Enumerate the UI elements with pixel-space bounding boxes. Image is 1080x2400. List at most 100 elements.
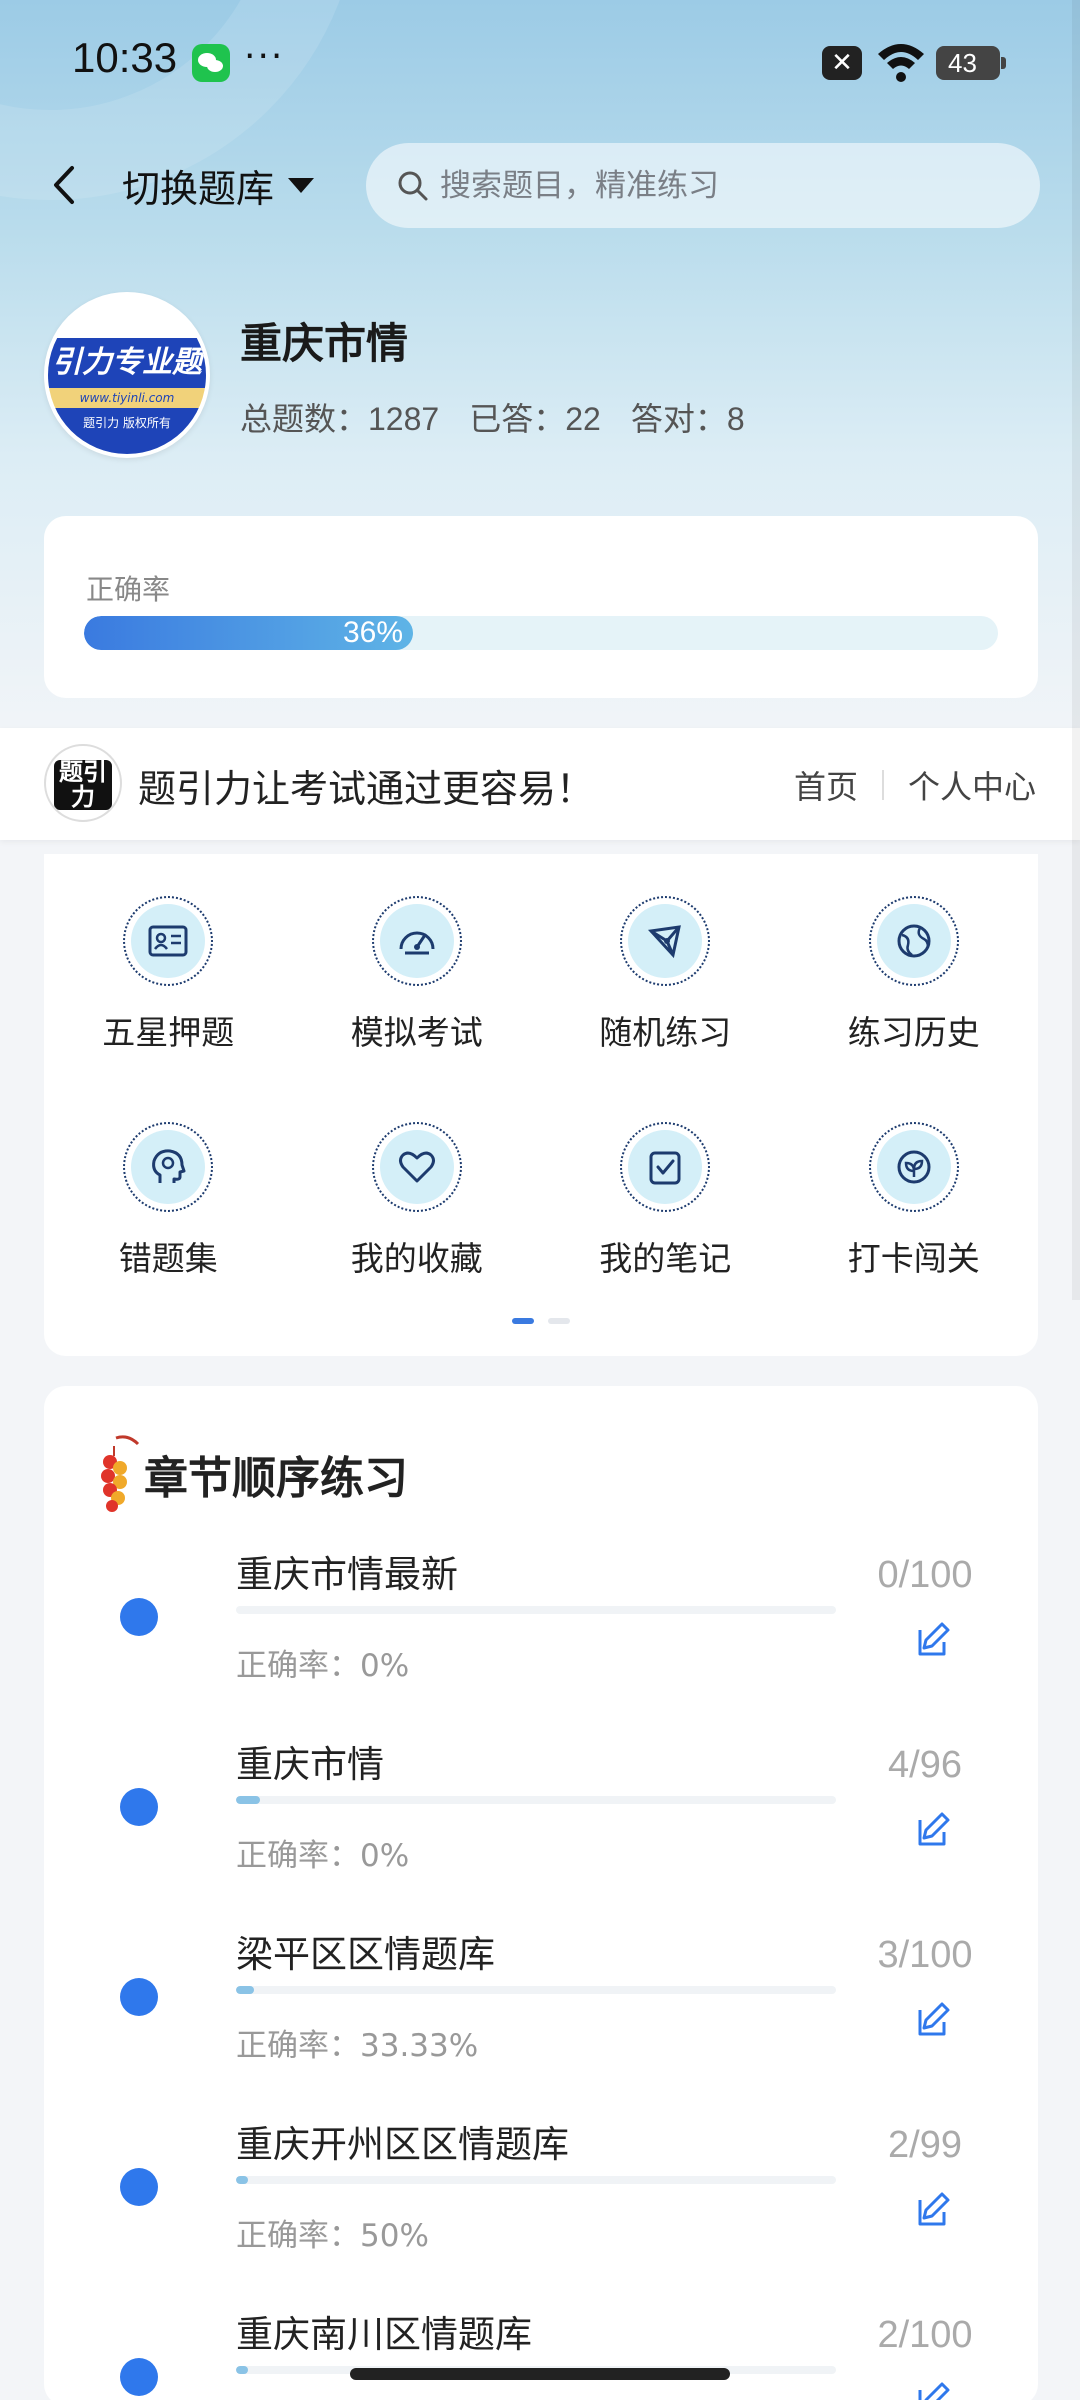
battery-icon: 43	[936, 46, 1006, 80]
more-dots-icon: ···	[244, 36, 285, 77]
chapter-count: 2/99	[888, 2124, 962, 2166]
feature-grid: 五星押题 模拟考试 随机练习 练习历史 错题集 我的收藏 我的笔记 打卡闯关	[44, 896, 1038, 1280]
edit-icon[interactable]	[912, 2186, 956, 2230]
feature-checkin[interactable]: 打卡闯关	[790, 1122, 1039, 1280]
pager-dot[interactable]	[548, 1318, 570, 1324]
stat-total: 总题数：1287	[240, 401, 440, 437]
back-arrow-icon[interactable]	[44, 158, 84, 212]
bank-stats: 总题数：1287 已答：22 答对：8	[240, 394, 745, 440]
banner-nav: 首页 个人中心	[794, 762, 1036, 808]
gauge-icon	[371, 896, 462, 986]
chapter-name: 重庆市情最新	[236, 1553, 458, 1596]
chapter-bullet	[120, 2358, 158, 2396]
stat-answered: 已答：22	[469, 401, 601, 437]
switch-bank-label: 切换题库	[122, 166, 275, 211]
bank-logo-main: 引力专业题	[48, 338, 206, 388]
close-box-icon: ✕	[822, 46, 862, 80]
chapter-count: 2/100	[877, 2314, 973, 2356]
nav-divider	[881, 770, 884, 800]
nav-profile-link[interactable]: 个人中心	[908, 762, 1036, 808]
globe-icon	[868, 896, 959, 986]
feature-label: 随机练习	[599, 1013, 732, 1052]
leaf-badge-icon	[868, 1122, 959, 1212]
status-time: 10:33	[72, 34, 178, 81]
feature-mock-exam[interactable]: 模拟考试	[293, 896, 542, 1054]
brand-logo: 题引力	[44, 744, 122, 822]
edit-icon[interactable]	[912, 1616, 956, 1660]
pager	[44, 1318, 1038, 1324]
home-indicator[interactable]	[350, 2368, 730, 2380]
feature-label: 错题集	[118, 1239, 218, 1278]
id-card-icon	[123, 896, 214, 986]
chapter-row[interactable]: 重庆开州区区情题库正确率：50% 2/99	[44, 2106, 1038, 2296]
chapter-row[interactable]: 重庆市情最新正确率：0% 0/100	[44, 1536, 1038, 1726]
feature-label: 练习历史	[847, 1013, 980, 1052]
brand-slogan: 题引力让考试通过更容易！	[138, 767, 595, 811]
accuracy-card: 正确率 36%	[44, 516, 1038, 698]
chapter-progress-fill	[236, 2176, 248, 2184]
firecracker-icon	[101, 1435, 140, 1512]
chapter-progress-fill	[236, 2366, 248, 2374]
feature-five-star[interactable]: 五星押题	[44, 896, 293, 1054]
chapter-bullet	[120, 1598, 158, 1636]
accuracy-progress-track: 36%	[84, 616, 998, 650]
accuracy-progress-fill: 36%	[84, 616, 414, 650]
chapter-bullet	[120, 1978, 158, 2016]
edit-icon[interactable]	[912, 1996, 956, 2040]
feature-card: 五星押题 模拟考试 随机练习 练习历史 错题集 我的收藏 我的笔记 打卡闯关	[44, 854, 1038, 1356]
scrollbar[interactable]	[1072, 0, 1080, 1300]
bank-logo-url: www.tiyinli.com	[48, 388, 206, 408]
chapter-name: 重庆市情	[236, 1743, 384, 1786]
nav-home-link[interactable]: 首页	[794, 762, 858, 808]
switch-bank-button[interactable]: 切换题库	[122, 158, 315, 212]
chapter-section-title: 章节顺序练习	[144, 1453, 408, 1504]
search-icon	[398, 171, 428, 200]
status-bar: 10:33 ··· ✕ 43	[0, 0, 1080, 126]
chapter-row[interactable]: 重庆市情正确率：0% 4/96	[44, 1726, 1038, 1916]
wechat-icon	[192, 44, 230, 82]
chapter-progress-track	[236, 2176, 836, 2184]
chapter-card: 章节顺序练习 重庆市情最新 正确率：0% 0/100 重庆市情 正确率：0% 4/96 梁平…	[44, 1386, 1038, 2400]
chapter-name: 重庆南川区情题库	[236, 2313, 532, 2356]
search-input[interactable]	[440, 167, 1000, 204]
chapter-accuracy: 正确率：33.33%	[236, 2028, 479, 2064]
chapter-count: 4/96	[888, 1744, 962, 1786]
chapter-progress-fill	[236, 1796, 260, 1804]
brand-banner: 题引力 题引力让考试通过更容易！ 首页 个人中心	[0, 728, 1080, 840]
accuracy-label: 正确率	[86, 573, 171, 606]
chapter-accuracy: 正确率：0%	[236, 1648, 410, 1684]
chapter-accuracy: 正确率：0%	[236, 1838, 410, 1874]
bank-title: 重庆市情	[240, 319, 409, 368]
edit-icon[interactable]	[912, 2376, 956, 2400]
bank-logo: 引力专业题 www.tiyinli.com 题引力 版权所有	[44, 292, 210, 458]
feature-label: 模拟考试	[350, 1013, 483, 1052]
feature-random-practice[interactable]: 随机练习	[541, 896, 790, 1054]
stat-correct: 答对：8	[630, 401, 745, 437]
note-check-icon	[620, 1122, 711, 1212]
chapter-progress-track	[236, 1606, 836, 1614]
feature-history[interactable]: 练习历史	[790, 896, 1039, 1054]
chapter-count: 3/100	[877, 1934, 973, 1976]
caret-down-icon	[288, 177, 315, 193]
chapter-name: 重庆开州区区情题库	[236, 2123, 569, 2166]
feature-favorites[interactable]: 我的收藏	[293, 1122, 542, 1280]
chapter-progress-track	[236, 1986, 836, 1994]
chapter-row[interactable]: 重庆南川区情题库 2/100	[44, 2296, 1038, 2400]
feature-label: 我的笔记	[599, 1239, 732, 1278]
feature-label: 我的收藏	[350, 1239, 483, 1278]
chapter-row[interactable]: 梁平区区情题库正确率：33.33% 3/100	[44, 1916, 1038, 2106]
chapter-name: 梁平区区情题库	[236, 1933, 495, 1976]
chapter-header: 章节顺序练习	[94, 1432, 408, 1516]
chapter-progress-fill	[236, 1986, 254, 1994]
chapter-count: 0/100	[877, 1554, 973, 1596]
search-box[interactable]	[366, 143, 1040, 228]
chapter-bullet	[120, 2168, 158, 2206]
feature-wrong-questions[interactable]: 错题集	[44, 1122, 293, 1280]
edit-icon[interactable]	[912, 1806, 956, 1850]
chapter-accuracy: 正确率：50%	[236, 2218, 429, 2254]
brand-logo-glyph: 题引力	[54, 760, 112, 810]
network-icon	[620, 896, 711, 986]
pager-dot-active[interactable]	[512, 1318, 534, 1324]
wifi-icon	[878, 44, 924, 82]
feature-notes[interactable]: 我的笔记	[541, 1122, 790, 1280]
